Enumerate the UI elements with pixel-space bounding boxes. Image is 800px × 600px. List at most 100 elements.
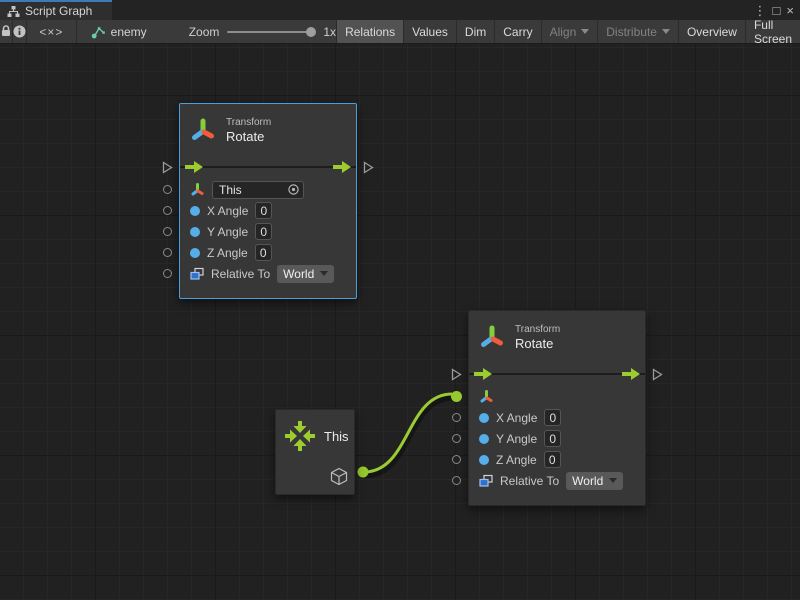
close-icon[interactable]: × bbox=[786, 4, 794, 17]
relative-to-input-port[interactable] bbox=[452, 476, 461, 485]
rotate-node-1-header[interactable]: Transform Rotate bbox=[180, 104, 356, 157]
distribute-button[interactable]: Distribute bbox=[597, 20, 678, 43]
z-angle-row: Z Angle 0 bbox=[469, 449, 645, 470]
chevron-down-icon bbox=[609, 478, 617, 483]
overview-button[interactable]: Overview bbox=[678, 20, 745, 43]
mini-transform-icon bbox=[479, 389, 494, 405]
float-value-icon bbox=[479, 455, 489, 465]
chevron-down-icon bbox=[662, 29, 670, 34]
float-value-icon bbox=[479, 413, 489, 423]
this-icon bbox=[284, 420, 316, 452]
values-button[interactable]: Values bbox=[403, 20, 456, 43]
y-angle-input-port[interactable] bbox=[163, 227, 172, 236]
target-object-field[interactable]: This bbox=[212, 181, 304, 199]
info-icon bbox=[13, 25, 26, 38]
control-input-port[interactable] bbox=[451, 368, 462, 381]
z-angle-input-port[interactable] bbox=[163, 248, 172, 257]
x-angle-field[interactable]: 0 bbox=[255, 202, 272, 219]
transform-icon bbox=[479, 324, 505, 352]
x-angle-row: X Angle 0 bbox=[469, 407, 645, 428]
zoom-control: Zoom 1x bbox=[157, 20, 336, 43]
control-input-port[interactable] bbox=[162, 161, 173, 174]
rotate-node-2-header[interactable]: Transform Rotate bbox=[469, 311, 645, 364]
flow-row bbox=[180, 157, 356, 177]
align-button[interactable]: Align bbox=[541, 20, 598, 43]
maximize-icon[interactable]: □ bbox=[773, 4, 781, 17]
z-angle-field[interactable]: 0 bbox=[255, 244, 272, 261]
graph-canvas[interactable]: Transform Rotate This bbox=[0, 44, 800, 600]
script-graph-icon bbox=[7, 5, 20, 18]
rotate-node-2[interactable]: Transform Rotate X Angle 0 bbox=[468, 310, 646, 506]
relative-to-dropdown[interactable]: World bbox=[277, 265, 334, 283]
wire-source-dot bbox=[358, 467, 369, 478]
this-node[interactable]: This bbox=[275, 409, 355, 495]
relative-to-row: Relative To World bbox=[180, 263, 356, 284]
float-value-icon bbox=[190, 248, 200, 258]
lock-button[interactable] bbox=[0, 20, 13, 43]
graph-name-label: enemy bbox=[111, 25, 147, 39]
target-input-port-connected[interactable] bbox=[451, 391, 462, 402]
object-picker-icon[interactable] bbox=[287, 183, 300, 196]
flow-row bbox=[469, 364, 645, 384]
lock-icon bbox=[0, 25, 12, 38]
control-output-port[interactable] bbox=[652, 368, 663, 381]
zoom-slider[interactable] bbox=[227, 31, 315, 33]
z-angle-row: Z Angle 0 bbox=[180, 242, 356, 263]
y-angle-field[interactable]: 0 bbox=[255, 223, 272, 240]
flow-out-arrow-icon[interactable] bbox=[333, 161, 351, 173]
target-input-port[interactable] bbox=[163, 185, 172, 194]
flow-in-arrow-icon[interactable] bbox=[474, 368, 492, 380]
code-icon: <×> bbox=[39, 25, 63, 39]
tab-bar: Script Graph ⋮ □ × bbox=[0, 0, 800, 20]
relative-to-row: Relative To World bbox=[469, 470, 645, 491]
toolbar-right-buttons: Relations Values Dim Carry Align Distrib… bbox=[336, 20, 800, 43]
menu-icon[interactable]: ⋮ bbox=[754, 4, 767, 17]
mini-transform-icon bbox=[190, 182, 205, 198]
zoom-slider-thumb[interactable] bbox=[306, 27, 316, 37]
tab-title: Script Graph bbox=[25, 4, 92, 18]
x-angle-input-port[interactable] bbox=[452, 413, 461, 422]
chevron-down-icon bbox=[320, 271, 328, 276]
z-angle-field[interactable]: 0 bbox=[544, 451, 561, 468]
fullscreen-button[interactable]: Full Screen bbox=[745, 20, 800, 43]
chevron-down-icon bbox=[581, 29, 589, 34]
target-row bbox=[469, 386, 645, 407]
x-angle-row: X Angle 0 bbox=[180, 200, 356, 221]
y-angle-row: Y Angle 0 bbox=[180, 221, 356, 242]
flow-divider bbox=[469, 373, 645, 375]
enum-icon bbox=[190, 267, 204, 281]
transform-icon bbox=[190, 117, 216, 145]
z-angle-input-port[interactable] bbox=[452, 455, 461, 464]
relations-button[interactable]: Relations bbox=[336, 20, 403, 43]
dim-button[interactable]: Dim bbox=[456, 20, 494, 43]
tab-script-graph[interactable]: Script Graph bbox=[0, 0, 112, 20]
zoom-label: Zoom bbox=[189, 25, 220, 39]
y-angle-row: Y Angle 0 bbox=[469, 428, 645, 449]
graph-reference[interactable]: enemy bbox=[77, 20, 157, 43]
x-angle-field[interactable]: 0 bbox=[544, 409, 561, 426]
graph-toolbar: <×> enemy Zoom 1x Relations Values Dim C… bbox=[0, 20, 800, 44]
relative-to-input-port[interactable] bbox=[163, 269, 172, 278]
node-category: Transform bbox=[226, 117, 271, 128]
gameobject-icon bbox=[330, 467, 348, 486]
x-angle-input-port[interactable] bbox=[163, 206, 172, 215]
node-title: Rotate bbox=[515, 336, 560, 351]
preview-code-button[interactable]: <×> bbox=[27, 20, 77, 43]
enum-icon bbox=[479, 474, 493, 488]
float-value-icon bbox=[190, 206, 200, 216]
flow-in-arrow-icon[interactable] bbox=[185, 161, 203, 173]
node-title: This bbox=[324, 429, 349, 444]
info-button[interactable] bbox=[13, 20, 27, 43]
connection-wire bbox=[0, 44, 800, 600]
relative-to-dropdown[interactable]: World bbox=[566, 472, 623, 490]
flow-divider bbox=[180, 166, 356, 168]
node-title: Rotate bbox=[226, 129, 271, 144]
y-angle-field[interactable]: 0 bbox=[544, 430, 561, 447]
rotate-node-1[interactable]: Transform Rotate This bbox=[179, 103, 357, 299]
control-output-port[interactable] bbox=[363, 161, 374, 174]
carry-button[interactable]: Carry bbox=[494, 20, 540, 43]
node-category: Transform bbox=[515, 324, 560, 335]
float-value-icon bbox=[479, 434, 489, 444]
flow-out-arrow-icon[interactable] bbox=[622, 368, 640, 380]
y-angle-input-port[interactable] bbox=[452, 434, 461, 443]
